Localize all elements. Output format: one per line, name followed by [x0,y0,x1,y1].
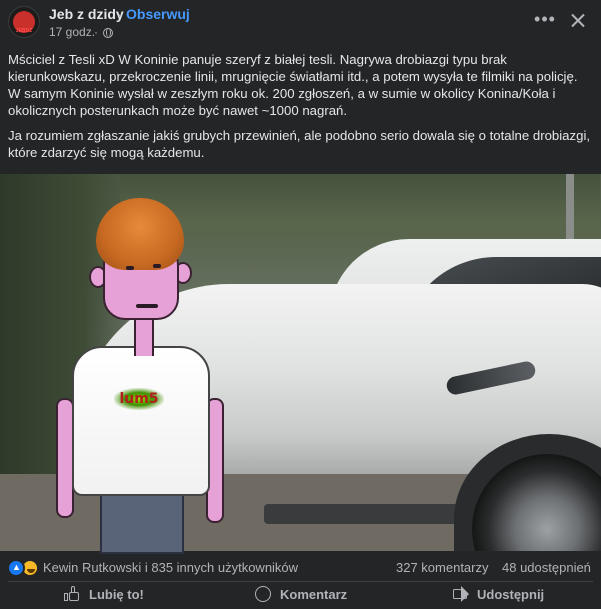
actions-divider [8,581,593,582]
comment-button[interactable]: Komentarz [200,583,400,607]
share-button-label: Udostępnij [477,587,545,602]
share-arrow-icon [451,586,469,602]
comments-count[interactable]: 327 komentarzy [396,560,489,575]
like-reaction-icon[interactable] [7,559,25,577]
close-icon[interactable] [565,8,591,34]
page-avatar[interactable]: JEBDZ [8,6,40,38]
cartoon-character: lum5 [56,198,226,554]
character-legs [100,494,184,554]
character-mouth [136,304,158,308]
post-header: JEBDZ Jeb z dzidy · Obserwuj 17 godz. · … [0,0,601,44]
follow-button[interactable]: Obserwuj [126,6,190,22]
character-shirt [72,346,210,496]
shirt-logo-text: lum5 [114,388,164,410]
reactors-summary[interactable]: Kewin Rutkowski i 835 innych użytkownikó… [43,560,298,575]
comment-bubble-icon [255,586,271,602]
globe-icon [103,28,113,38]
post-paragraph-1: Mściciel z Tesli xD W Koninie panuje sze… [8,52,578,118]
facebook-post: JEBDZ Jeb z dzidy · Obserwuj 17 godz. · … [0,0,601,609]
character-right-eye [153,264,161,268]
character-left-eye [126,266,134,270]
character-neck [134,316,154,356]
shares-count[interactable]: 48 udostępnień [502,560,591,575]
like-button[interactable]: Lubię to! [0,583,200,607]
post-timestamp[interactable]: 17 godz. [49,25,95,39]
post-body-text: Mściciel z Tesli xD W Koninie panuje sze… [8,51,593,169]
comment-button-label: Komentarz [280,587,348,602]
post-paragraph-2: Ja rozumiem zgłaszanie jakiś grubych prz… [8,128,591,160]
character-hair [96,198,184,270]
page-name-link[interactable]: Jeb z dzidy [49,6,124,22]
thumbs-up-icon [64,586,80,602]
name-separator: · [117,6,122,22]
more-options-icon[interactable]: ••• [532,8,558,34]
share-button[interactable]: Udostępnij [400,583,601,607]
avatar-logo-text: JEBDZ [15,28,33,34]
like-button-label: Lubię to! [89,587,144,602]
timestamp-separator: · [94,25,98,39]
car-bumper [264,504,474,524]
